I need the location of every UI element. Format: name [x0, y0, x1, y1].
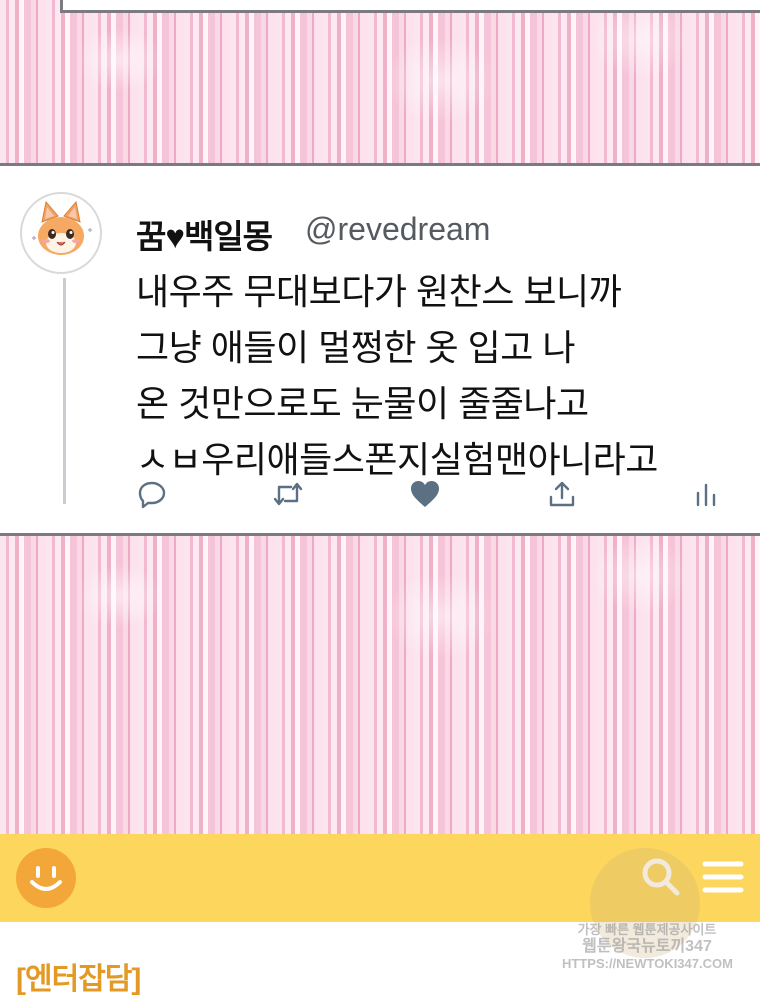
watermark-line: HTTPS://NEWTOKI347.COM — [562, 956, 733, 971]
like-icon — [411, 481, 439, 507]
tweet-card: 꿈♥백일몽 @revedream 내우주 무대보다가 원찬스 보니까 그냥 애들… — [0, 166, 760, 533]
tweet-actions — [136, 476, 726, 512]
category-label[interactable]: [엔터잡담] — [16, 954, 141, 998]
smile-logo-icon[interactable] — [16, 848, 76, 908]
panel-frame — [60, 0, 760, 13]
user-handle[interactable]: @revedream — [305, 211, 490, 248]
reply-button[interactable] — [134, 476, 170, 512]
watermark-line: 웹툰왕국뉴토끼347 — [582, 938, 712, 955]
analytics-icon — [696, 483, 716, 507]
tweet-line: 그냥 애들이 멀쩡한 옷 입고 나 — [136, 327, 575, 368]
share-icon — [549, 481, 575, 507]
tweet-line: 온 것만으로도 눈물이 줄줄나고 — [136, 383, 589, 424]
menu-icon[interactable] — [702, 859, 744, 895]
tweet-text: 내우주 무대보다가 원찬스 보니까 그냥 애들이 멀쩡한 옷 입고 나 온 것만… — [136, 264, 736, 488]
display-name[interactable]: 꿈♥백일몽 — [136, 210, 273, 258]
comic-panel-bottom — [0, 533, 760, 834]
content-area: [엔터잡담] 가장 빠른 웹툰제공사이트 웹툰왕국뉴토끼347 HTTPS://… — [0, 848, 760, 1000]
cat-avatar-icon — [32, 200, 92, 255]
watermark: 가장 빠른 웹툰제공사이트 웹툰왕국뉴토끼347 HTTPS://NEWTOKI… — [562, 922, 733, 971]
reply-icon — [138, 481, 166, 509]
thread-line — [63, 278, 66, 504]
watermark-line: 가장 빠른 웹툰제공사이트 — [577, 922, 717, 937]
retweet-button[interactable] — [270, 476, 306, 512]
share-button[interactable] — [544, 476, 580, 512]
like-button[interactable] — [407, 476, 443, 512]
analytics-button[interactable] — [688, 476, 724, 512]
comic-panel-top — [0, 0, 760, 166]
avatar[interactable] — [20, 192, 102, 274]
tweet-line: 내우주 무대보다가 원찬스 보니까 — [136, 271, 622, 312]
smile-face-icon — [30, 866, 62, 891]
retweet-icon — [273, 482, 303, 506]
